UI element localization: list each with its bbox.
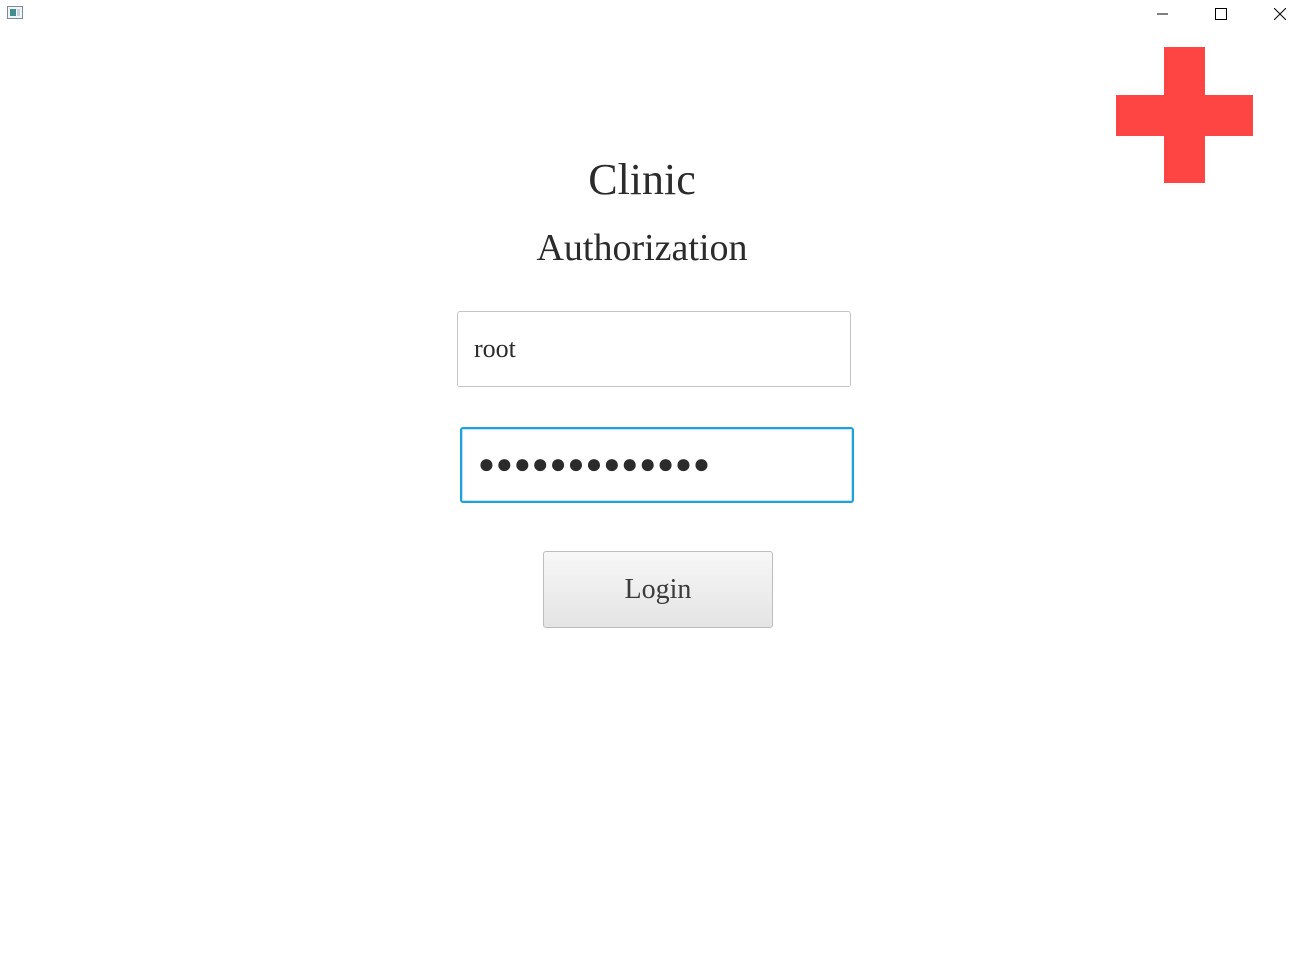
minimize-button[interactable] xyxy=(1140,0,1186,28)
login-button[interactable]: Login xyxy=(543,551,773,628)
username-field[interactable] xyxy=(457,311,851,387)
login-window: Clinic Authorization Login xyxy=(0,0,1304,966)
app-icon xyxy=(7,6,23,19)
close-button[interactable] xyxy=(1257,0,1303,28)
maximize-icon xyxy=(1215,8,1227,20)
close-icon xyxy=(1274,8,1286,20)
minimize-icon xyxy=(1157,13,1168,15)
maximize-button[interactable] xyxy=(1198,0,1244,28)
page-subtitle: Authorization xyxy=(536,227,748,269)
page-title: Clinic xyxy=(588,155,696,204)
password-field[interactable] xyxy=(460,427,854,503)
